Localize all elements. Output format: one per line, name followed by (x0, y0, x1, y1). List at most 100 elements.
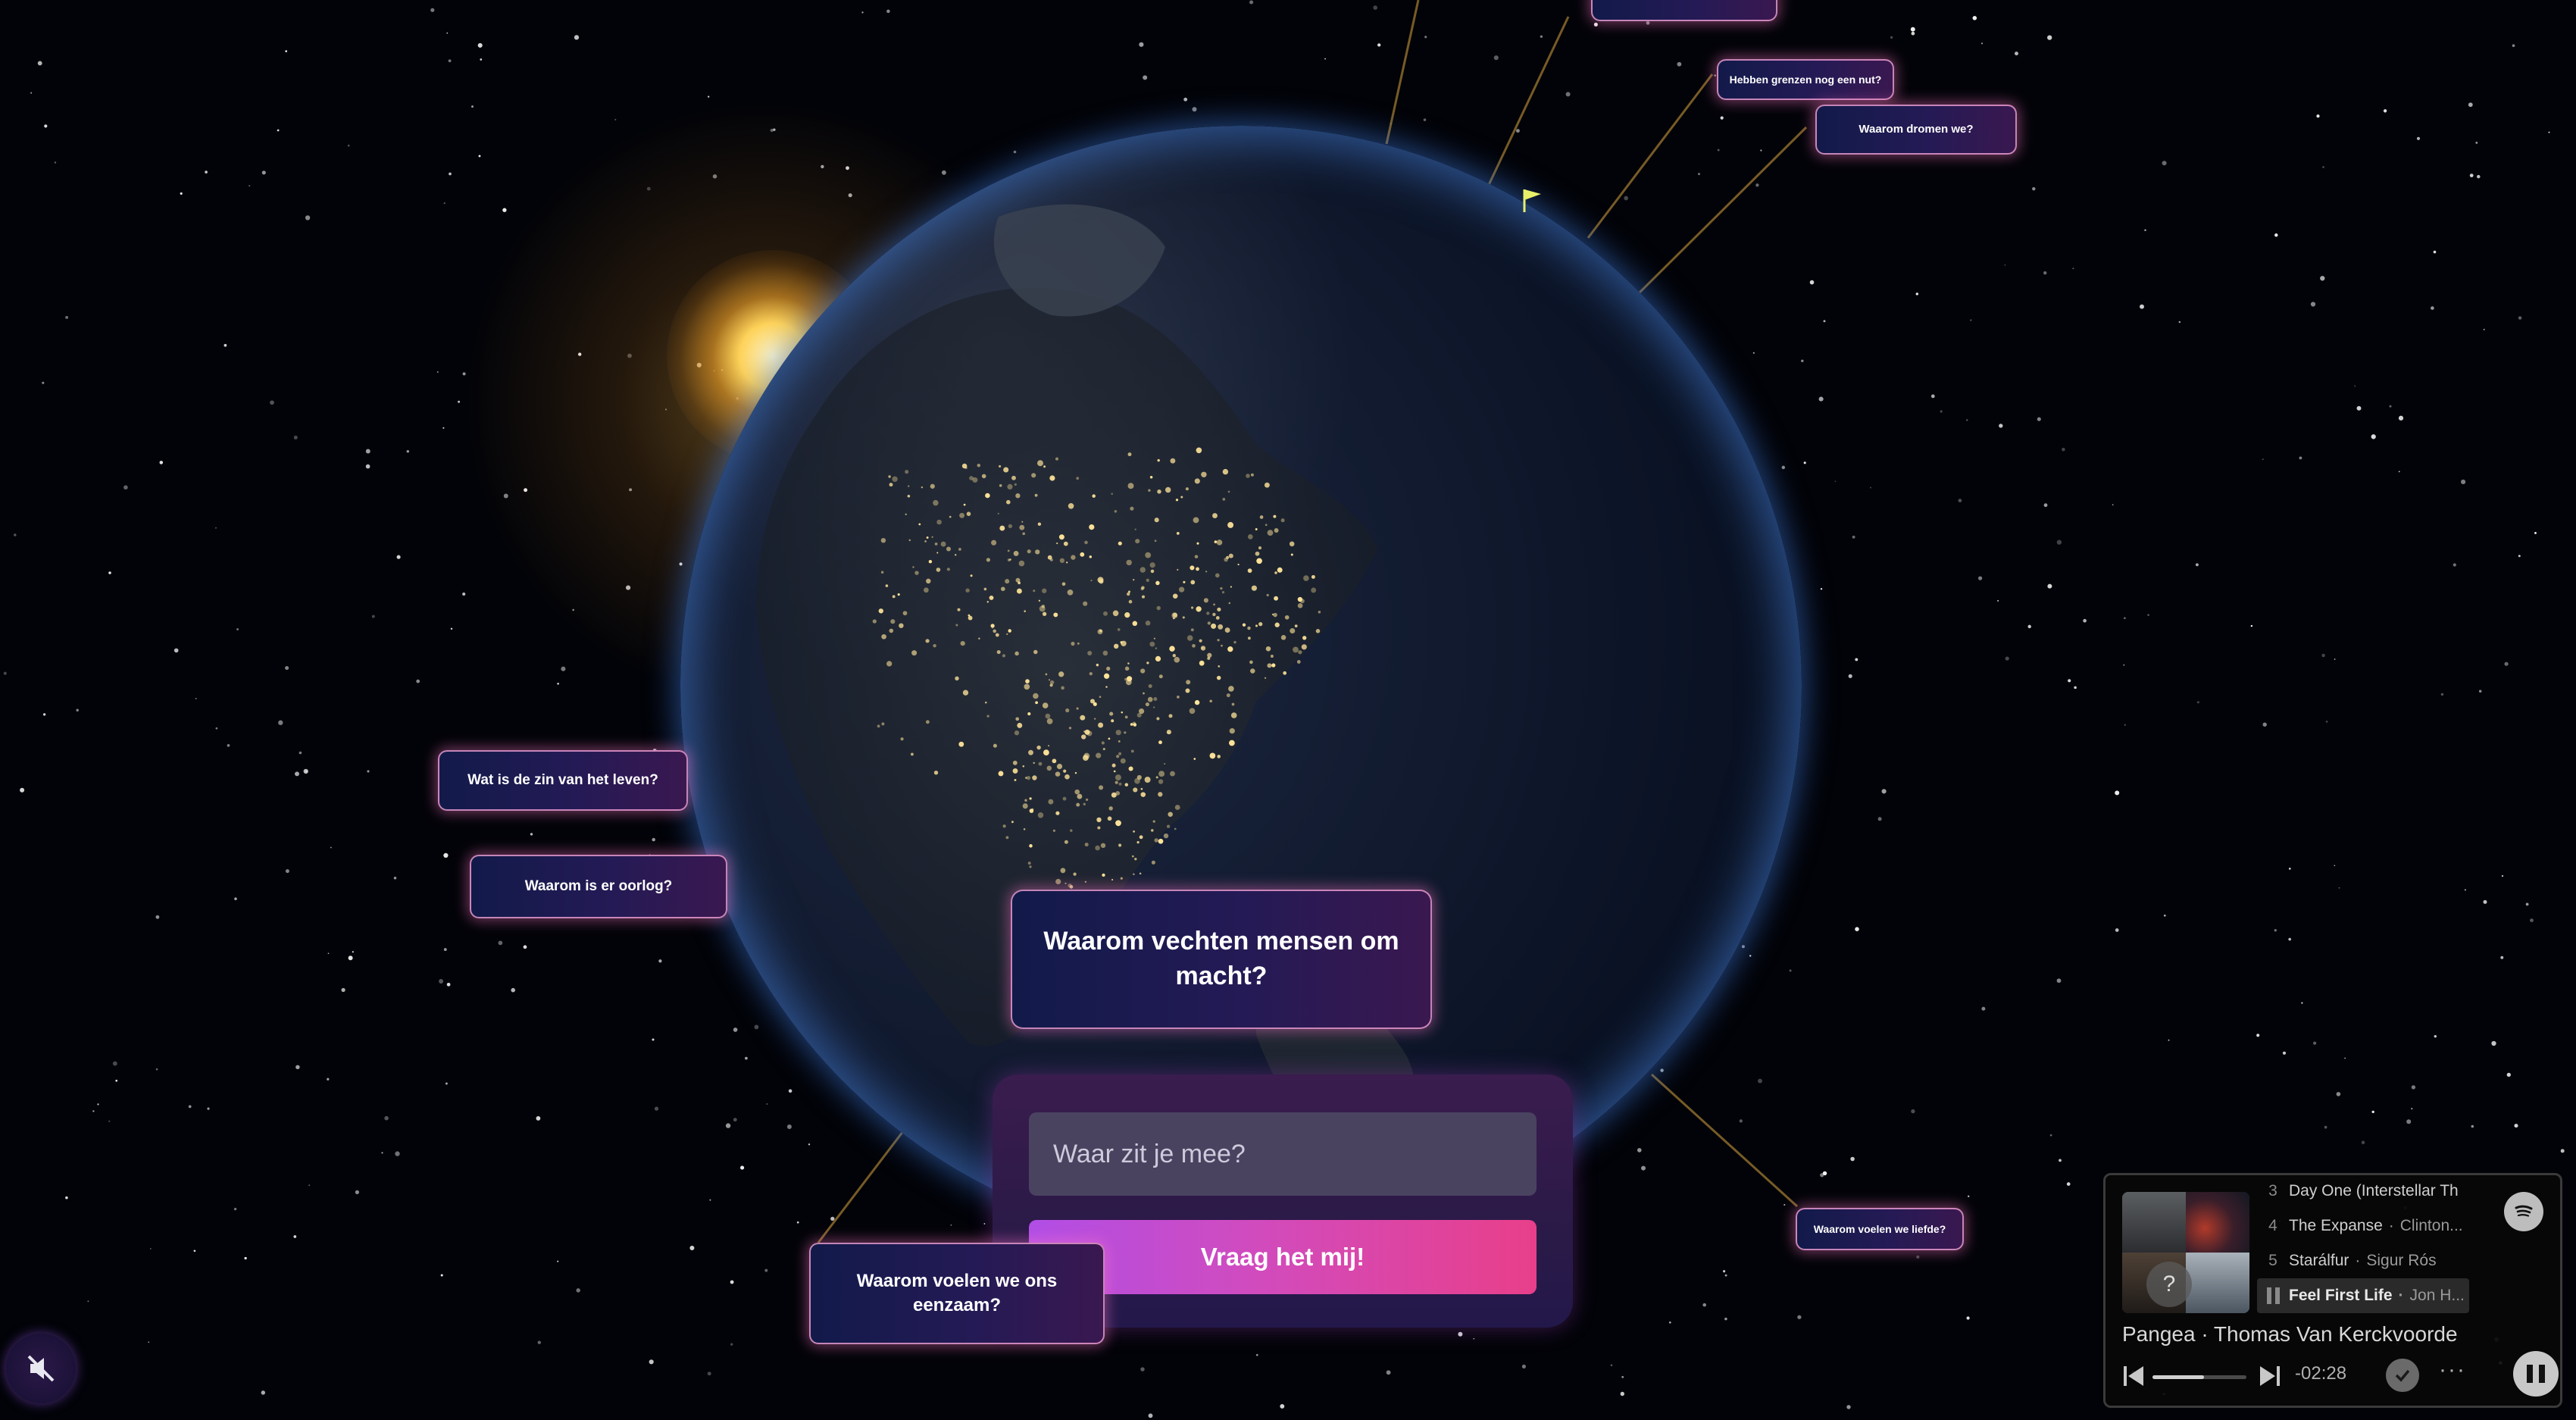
player-controls: -02:28 ··· (2122, 1351, 2559, 1398)
star (498, 940, 503, 946)
star (439, 979, 444, 984)
star (1981, 1006, 1986, 1011)
more-options-icon[interactable]: ··· (2439, 1357, 2466, 1383)
city-light (910, 752, 914, 756)
city-light (1151, 860, 1155, 865)
city-light (1258, 546, 1262, 550)
star (1966, 419, 1968, 421)
star (1140, 1367, 1145, 1372)
ask-button[interactable]: Vraag het mij! (1029, 1220, 1537, 1294)
city-light (1217, 755, 1221, 758)
question-bubble[interactable]: Waarom voelen we liefde? (1796, 1208, 1964, 1250)
question-bubble[interactable]: Waarom is er oorlog? (470, 855, 727, 918)
city-light (1014, 730, 1020, 736)
star (2461, 479, 2466, 484)
city-light (1247, 626, 1251, 630)
city-light (1055, 457, 1058, 461)
star (2356, 405, 2362, 411)
city-light (1128, 766, 1133, 771)
star (1846, 1405, 1851, 1409)
city-light (1114, 774, 1121, 781)
city-light (1006, 499, 1011, 505)
city-light (1294, 624, 1298, 627)
city-light (1118, 782, 1122, 786)
city-light (1140, 787, 1143, 790)
pause-button[interactable] (2513, 1351, 2559, 1397)
city-light (968, 615, 973, 621)
city-light (1032, 775, 1037, 780)
city-light (1111, 792, 1117, 798)
help-icon[interactable]: ? (2146, 1262, 2192, 1307)
star (108, 1120, 111, 1122)
question-bubble[interactable]: Waarom dromen we? (1815, 105, 2017, 155)
queue-item[interactable]: 5 Starálfur · Sigur Rós (2257, 1243, 2469, 1278)
star (2262, 722, 2267, 727)
spotify-icon[interactable] (2504, 1192, 2543, 1231)
city-light (999, 525, 1005, 531)
city-light (1058, 534, 1064, 540)
star (2453, 563, 2456, 567)
star (278, 720, 283, 725)
city-light (1157, 489, 1161, 494)
star (2434, 1035, 2437, 1038)
star (448, 59, 452, 63)
city-light (1027, 549, 1031, 554)
next-track-icon[interactable] (2259, 1363, 2281, 1389)
star (384, 1115, 389, 1121)
city-light (924, 587, 929, 593)
question-bubble-partial[interactable] (1591, 0, 1777, 21)
city-light (1015, 717, 1020, 721)
star (557, 682, 559, 685)
star (1593, 22, 1598, 27)
star (446, 32, 449, 34)
star (2338, 887, 2340, 889)
city-light (1273, 612, 1277, 618)
city-light (1126, 559, 1132, 566)
star (224, 343, 227, 347)
star (576, 1288, 580, 1293)
city-light (1022, 765, 1025, 768)
queue-item[interactable]: 4 The Expanse · Clinton... (2257, 1209, 2469, 1243)
queue-item-current[interactable]: Feel First Life · Jon H... (2257, 1278, 2469, 1313)
city-light (1153, 697, 1158, 701)
city-light (1163, 833, 1169, 839)
city-light (965, 588, 970, 593)
star (2518, 555, 2521, 558)
star (2196, 701, 2199, 704)
city-light (1231, 702, 1235, 706)
mute-button[interactable] (6, 1334, 76, 1403)
city-light (983, 587, 987, 591)
question-input[interactable] (1029, 1112, 1537, 1196)
star (2124, 724, 2126, 726)
city-light (1176, 532, 1180, 535)
saved-check-icon[interactable] (2386, 1359, 2419, 1392)
star (65, 1196, 68, 1199)
city-light (1099, 629, 1102, 633)
star (2389, 405, 2392, 408)
city-light (1135, 539, 1140, 544)
city-light (1289, 541, 1295, 547)
flag-marker-icon[interactable] (1518, 185, 1549, 215)
city-light (1127, 592, 1130, 596)
progress-bar[interactable] (2152, 1375, 2246, 1379)
city-light (1027, 862, 1031, 865)
star (1702, 1303, 1706, 1307)
city-light (1290, 627, 1296, 634)
question-bubble[interactable]: Hebben grenzen nog een nut? (1717, 59, 1894, 100)
city-light (1224, 627, 1230, 633)
city-light (888, 475, 891, 478)
city-light (1073, 872, 1077, 876)
city-light (1037, 812, 1044, 818)
queue-item[interactable]: 3 Day One (Interstellar Th (2257, 1175, 2469, 1209)
star (2334, 658, 2336, 660)
city-light (1029, 844, 1033, 848)
question-bubble[interactable]: Waarom voelen we ons eenzaam? (809, 1243, 1105, 1344)
city-light (1134, 528, 1136, 530)
question-bubble[interactable]: Wat is de zin van het leven? (438, 750, 688, 811)
previous-track-icon[interactable] (2122, 1363, 2145, 1389)
city-light (1207, 652, 1212, 658)
featured-question-bubble[interactable]: Waarom vechten mensen om macht? (1011, 890, 1432, 1029)
city-light (955, 676, 959, 681)
city-light (1101, 741, 1105, 745)
star (2475, 141, 2478, 144)
